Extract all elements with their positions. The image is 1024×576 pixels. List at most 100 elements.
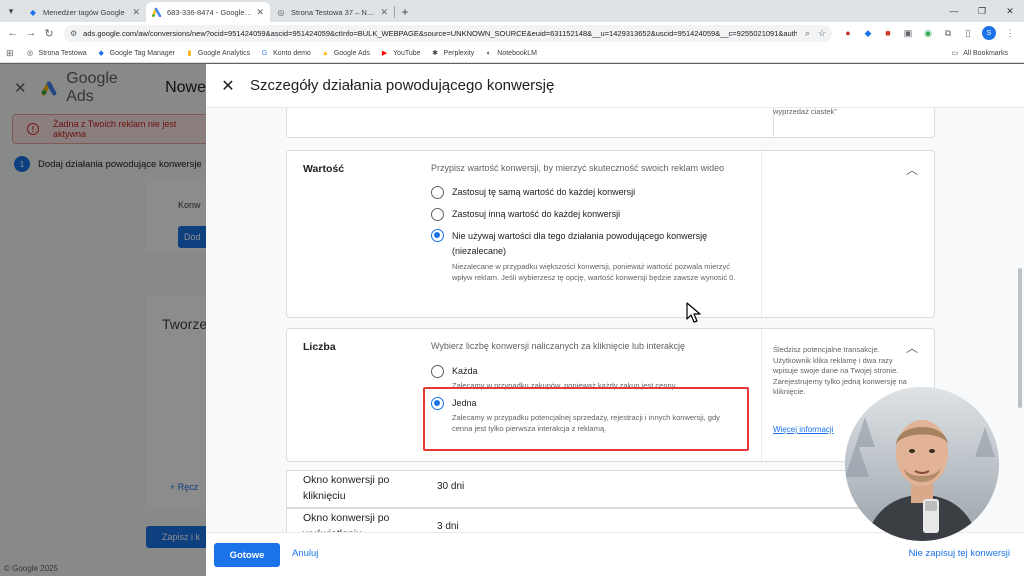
close-window-icon[interactable]: ✕ bbox=[996, 0, 1024, 22]
section-description: Wybierz liczbę konwersji naliczanych za … bbox=[431, 341, 686, 351]
side-panel-icon[interactable]: ▯ bbox=[960, 25, 976, 41]
section-description: Przypisz wartość konwersji, by mierzyć s… bbox=[431, 163, 725, 173]
row-label: Okno konwersji po kliknięciu bbox=[303, 474, 390, 502]
apps-grid-icon[interactable]: ⊞ bbox=[6, 48, 14, 59]
extension-icon[interactable]: ▣ bbox=[900, 25, 916, 41]
globe-icon: ◎ bbox=[277, 7, 285, 17]
bookmark-label: NotebookLM bbox=[497, 49, 537, 57]
folder-icon: ▭ bbox=[951, 50, 959, 57]
bookmark-item[interactable]: ✱ Perplexity bbox=[431, 49, 475, 58]
done-button[interactable]: Gotowe bbox=[214, 543, 280, 567]
extension-icon[interactable]: ◆ bbox=[860, 25, 876, 41]
dialog-title: Szczegóły działania powodującego konwers… bbox=[250, 77, 555, 94]
radio-label: Zastosuj inną wartość do każdej konwersj… bbox=[452, 209, 621, 219]
presenter-image bbox=[845, 387, 999, 541]
close-dialog-icon[interactable]: ✕ bbox=[206, 76, 250, 96]
previous-section-card: wyprzedaż ciastek" bbox=[286, 108, 935, 138]
cancel-button[interactable]: Anuluj bbox=[292, 548, 318, 559]
row-label: Okno konwersji po wyświetleniu bbox=[303, 512, 390, 532]
bookmark-item[interactable]: ▲ Google Ads bbox=[321, 49, 370, 58]
bookmark-item[interactable]: ▶ YouTube bbox=[380, 49, 421, 58]
gtm-icon: ◆ bbox=[98, 50, 104, 57]
browser-tab-google-ads[interactable]: 683-336-8474 - Google Ads ✕ bbox=[146, 2, 270, 22]
all-bookmarks[interactable]: ▭ All Bookmarks bbox=[950, 49, 1008, 58]
radio-different-value[interactable]: Zastosuj inną wartość do każdej konwersj… bbox=[431, 208, 620, 221]
section-title: Liczba bbox=[303, 341, 336, 353]
dialog-footer: Gotowe Anuluj Nie zapisuj tej konwersji bbox=[206, 532, 1024, 576]
radio-button-selected[interactable] bbox=[431, 229, 444, 242]
tab-title: 683-336-8474 - Google Ads bbox=[167, 7, 253, 17]
click-window-row[interactable]: Okno konwersji po kliknięciu 30 dni bbox=[286, 470, 935, 508]
back-icon[interactable]: ← bbox=[4, 24, 22, 42]
notebooklm-icon: ◐ bbox=[486, 49, 491, 57]
analytics-icon: ▮ bbox=[187, 50, 192, 57]
tab-search-icon[interactable]: ▾ bbox=[0, 0, 22, 22]
radio-no-value[interactable]: Nie używaj wartości dla tego działania p… bbox=[431, 229, 751, 283]
bookmarks-bar: ⊞ ◎ Strona Testowa ◆ Google Tag Manager ▮ G… bbox=[0, 44, 1024, 63]
youtube-icon: ▶ bbox=[381, 50, 388, 57]
extension-icon[interactable]: ■ bbox=[880, 25, 896, 41]
forward-icon[interactable]: → bbox=[22, 24, 40, 42]
close-tab-icon[interactable]: ✕ bbox=[380, 7, 388, 18]
window-controls: — ❐ ✕ bbox=[940, 0, 1024, 22]
bookmark-item[interactable]: G Konto demo bbox=[260, 49, 311, 58]
radio-hint: Niezalecane w przypadku większości konwe… bbox=[452, 262, 736, 282]
zoom-icon[interactable]: ⌕ bbox=[805, 28, 810, 39]
radio-button[interactable] bbox=[431, 208, 444, 221]
site-info-icon[interactable]: ⚙ bbox=[70, 29, 77, 38]
bookmark-label: Konto demo bbox=[273, 49, 311, 57]
bookmark-label: Google Analytics bbox=[197, 49, 251, 57]
learn-more-link[interactable]: Więcej informacji bbox=[773, 425, 833, 434]
dont-save-button[interactable]: Nie zapisuj tej konwersji bbox=[909, 548, 1010, 559]
dialog-header: ✕ Szczegóły działania powodującego konwe… bbox=[206, 64, 1024, 108]
google-ads-icon: ▲ bbox=[321, 49, 329, 57]
bookmark-star-icon[interactable]: ☆ bbox=[818, 28, 826, 39]
tab-title: Strona Testowa 37 – Na tej stro... bbox=[291, 7, 376, 17]
bookmark-item[interactable]: ▮ Google Analytics bbox=[185, 49, 250, 58]
browser-menu-icon[interactable]: ⋮ bbox=[1002, 25, 1018, 41]
tab-title: Menedżer tagów Google bbox=[43, 7, 125, 17]
gtm-favicon-icon: ◆ bbox=[29, 7, 37, 17]
radio-same-value[interactable]: Zastosuj tę samą wartość do każdej konwe… bbox=[431, 186, 635, 199]
bookmark-label: YouTube bbox=[393, 49, 421, 57]
new-tab-icon[interactable]: + bbox=[395, 2, 415, 22]
bookmark-item[interactable]: ◐ NotebookLM bbox=[484, 49, 537, 58]
radio-label: Zastosuj tę samą wartość do każdej konwe… bbox=[452, 187, 636, 197]
value-section: Wartość Przypisz wartość konwersji, by m… bbox=[286, 150, 935, 318]
profile-avatar[interactable]: S bbox=[982, 26, 996, 40]
bookmark-label: Perplexity bbox=[443, 49, 475, 57]
minimize-icon[interactable]: — bbox=[940, 0, 968, 22]
bookmark-item[interactable]: ◎ Strona Testowa bbox=[26, 49, 87, 58]
extension-icon[interactable]: ◉ bbox=[920, 25, 936, 41]
row-value: 30 dni bbox=[437, 481, 465, 492]
bookmark-label: Strona Testowa bbox=[38, 49, 87, 57]
google-g-icon: G bbox=[261, 49, 268, 57]
browser-tab-strona-testowa[interactable]: ◎ Strona Testowa 37 – Na tej stro... ✕ bbox=[270, 2, 394, 22]
browser-toolbar: ← → ↻ ⚙ ads.google.com/aw/conversions/ne… bbox=[0, 22, 1024, 44]
browser-tab-gtm[interactable]: ◆ Menedżer tagów Google ✕ bbox=[22, 2, 146, 22]
mouse-cursor-icon bbox=[686, 302, 701, 323]
all-bookmarks-label: All Bookmarks bbox=[963, 49, 1008, 57]
bookmark-item[interactable]: ◆ Google Tag Manager bbox=[97, 49, 175, 58]
chevron-up-icon[interactable]: ︿ bbox=[906, 161, 918, 178]
modal-backdrop[interactable] bbox=[0, 64, 206, 576]
close-tab-icon[interactable]: ✕ bbox=[256, 7, 264, 18]
radio-label: Nie używaj wartości dla tego działania p… bbox=[452, 231, 708, 256]
restore-icon[interactable]: ❐ bbox=[968, 0, 996, 22]
radio-button[interactable] bbox=[431, 365, 444, 378]
divider bbox=[761, 151, 762, 317]
extensions-puzzle-icon[interactable]: ⧉ bbox=[940, 25, 956, 41]
reload-icon[interactable]: ↻ bbox=[40, 24, 58, 42]
google-ads-favicon-icon bbox=[152, 7, 162, 17]
radio-button[interactable] bbox=[431, 186, 444, 199]
scrollbar[interactable] bbox=[1018, 268, 1022, 408]
globe-icon: ◎ bbox=[26, 50, 34, 57]
red-highlight-box bbox=[423, 387, 749, 451]
radio-label: Każda bbox=[452, 366, 478, 376]
address-bar[interactable]: ⚙ ads.google.com/aw/conversions/new?ocid… bbox=[64, 24, 832, 42]
count-section: Liczba Wybierz liczbę konwersji naliczan… bbox=[286, 328, 935, 462]
bookmark-label: Google Tag Manager bbox=[109, 49, 175, 57]
extension-icon[interactable]: ● bbox=[840, 25, 856, 41]
view-window-row[interactable]: Okno konwersji po wyświetleniu 3 dni bbox=[286, 508, 935, 532]
close-tab-icon[interactable]: ✕ bbox=[132, 7, 140, 18]
